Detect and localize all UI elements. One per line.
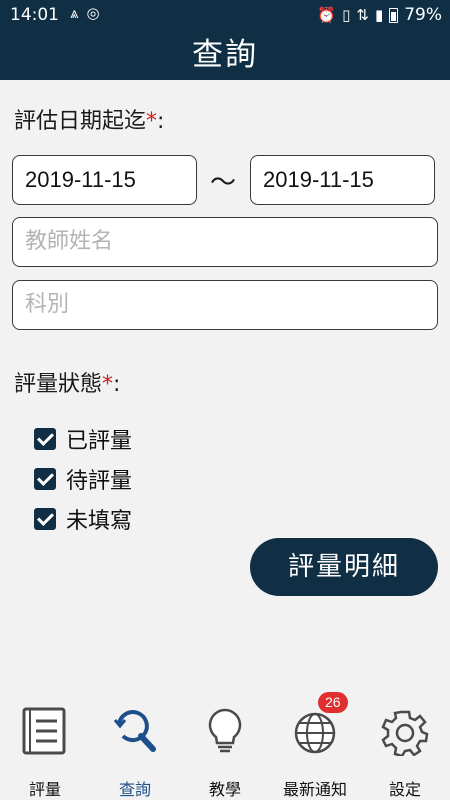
tab-evaluation[interactable]: 評量 xyxy=(0,690,90,800)
required-mark: * xyxy=(102,372,114,397)
tab-teaching[interactable]: 教學 xyxy=(180,690,270,800)
end-date-field[interactable]: 2019-11-15 xyxy=(250,155,435,205)
date-separator: ～ xyxy=(210,168,237,198)
status-time: 14:01 xyxy=(10,5,59,25)
battery-icon xyxy=(389,7,399,23)
alarm-icon: ⏰ xyxy=(317,6,337,24)
app-bar: 查詢 xyxy=(0,30,450,80)
signal-icon: ▮ xyxy=(374,6,384,24)
checkbox-checked-icon[interactable] xyxy=(34,508,56,530)
status-option-evaluated[interactable]: 已評量 xyxy=(34,423,132,455)
evaluation-detail-button[interactable]: 評量明細 xyxy=(250,538,438,596)
tab-notifications[interactable]: 26 最新通知 xyxy=(270,690,360,800)
navigation-app-icon: ⩓ xyxy=(70,4,79,22)
hotspot-icon: ◎ xyxy=(86,4,100,22)
vibrate-icon: ▯ xyxy=(342,6,351,24)
globe-icon xyxy=(294,712,336,754)
search-icon xyxy=(113,710,156,752)
teacher-name-input[interactable]: 教師姓名 xyxy=(12,217,438,267)
battery-percent: 79% xyxy=(404,5,442,25)
status-option-pending[interactable]: 待評量 xyxy=(34,463,132,495)
checkbox-checked-icon[interactable] xyxy=(34,428,56,450)
lightbulb-icon xyxy=(208,708,242,753)
required-mark: * xyxy=(146,109,158,134)
page-title: 查詢 xyxy=(192,37,258,73)
list-book-icon xyxy=(22,707,66,755)
bottom-tab-bar: 評量 查詢 教學 26 最新通知 設定 xyxy=(0,690,450,800)
tab-search[interactable]: 查詢 xyxy=(90,690,180,800)
subject-input[interactable]: 科別 xyxy=(12,280,438,330)
checkbox-checked-icon[interactable] xyxy=(34,468,56,490)
gear-icon xyxy=(381,710,429,756)
notification-badge: 26 xyxy=(318,692,348,713)
date-range-label: 評估日期起迄*: xyxy=(14,109,165,134)
status-option-unfilled[interactable]: 未填寫 xyxy=(34,503,132,535)
network-4g-icon: ⇅ xyxy=(356,6,369,24)
start-date-field[interactable]: 2019-11-15 xyxy=(12,155,197,205)
status-bar: 14:01 ⩓ ◎ ⏰ ▯ ⇅ ▮ 79% xyxy=(0,0,450,30)
tab-settings[interactable]: 設定 xyxy=(360,690,450,800)
status-label: 評量狀態*: xyxy=(14,372,121,397)
